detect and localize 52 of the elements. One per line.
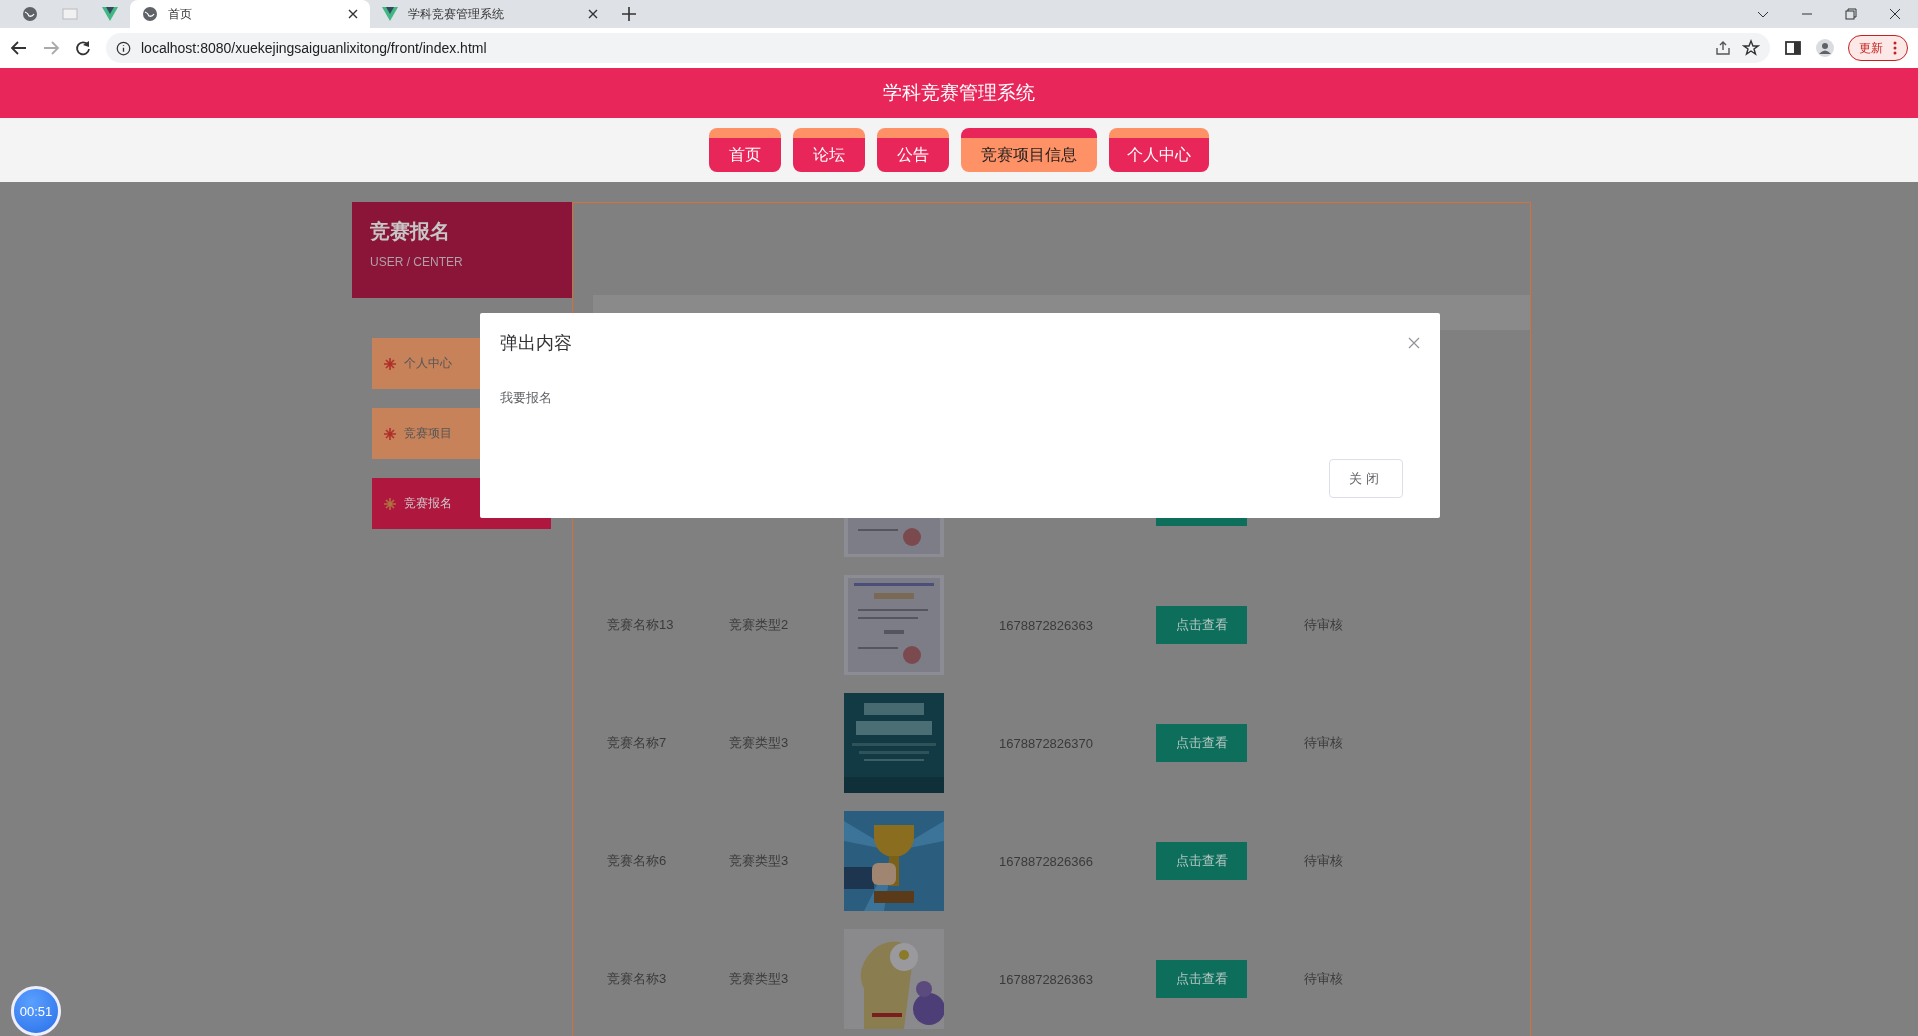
new-tab-icon[interactable] xyxy=(622,7,636,21)
table-cell-text: 竞赛名称13 xyxy=(606,616,675,634)
nav-tab[interactable]: 竞赛项目信息 xyxy=(961,128,1097,172)
profile-icon[interactable] xyxy=(1816,39,1834,57)
star-icon[interactable] xyxy=(1742,39,1760,57)
table-cell-text: 待审核 xyxy=(1303,734,1344,752)
side-panel-icon[interactable] xyxy=(1784,39,1802,57)
nav-tab[interactable]: 公告 xyxy=(877,128,949,172)
table-cell-text: 竞赛名称3 xyxy=(606,970,668,988)
update-button[interactable]: 更新 xyxy=(1848,35,1908,61)
asterisk-icon xyxy=(384,357,396,370)
view-button[interactable]: 点击查看 xyxy=(1156,724,1247,762)
table-cell-text: 待审核 xyxy=(1303,852,1344,870)
table-cell-text: 1678872826363 xyxy=(998,617,1094,633)
sidebar-subtitle: USER / CENTER xyxy=(370,255,464,269)
view-button[interactable]: 点击查看 xyxy=(1156,960,1247,998)
asterisk-icon xyxy=(384,427,396,440)
reload-icon[interactable] xyxy=(74,39,92,57)
table-cell-text: 待审核 xyxy=(1303,616,1344,634)
close-icon[interactable] xyxy=(348,9,358,19)
close-icon[interactable] xyxy=(1888,7,1902,21)
table-cell-text: 1678872826370 xyxy=(998,735,1094,751)
more-icon[interactable] xyxy=(1893,41,1897,55)
view-button[interactable]: 点击查看 xyxy=(1156,842,1247,880)
info-icon[interactable] xyxy=(116,40,131,56)
close-button[interactable]: 关闭 xyxy=(1329,459,1403,498)
restore-icon[interactable] xyxy=(1844,7,1858,21)
asterisk-icon xyxy=(384,497,396,510)
table-cell-text: 竞赛名称6 xyxy=(606,852,668,870)
v-logo-icon xyxy=(382,6,398,22)
table-cell-text: 1678872826363 xyxy=(998,971,1094,987)
table-cell-text: 竞赛类型2 xyxy=(728,616,790,634)
back-icon[interactable] xyxy=(10,39,28,57)
sidebar-title: 竞赛报名 xyxy=(370,219,451,244)
table-cell-text: 竞赛类型3 xyxy=(728,852,790,870)
browser-tab[interactable]: 首页 xyxy=(130,0,370,28)
close-icon[interactable] xyxy=(588,9,598,19)
table-cell-text: 竞赛类型3 xyxy=(728,970,790,988)
browser-tab[interactable]: 学科竞赛管理系统 xyxy=(370,0,610,28)
nav-tab[interactable]: 首页 xyxy=(709,128,781,172)
table-cell-text: 1678872826366 xyxy=(998,853,1094,869)
site-title: 学科竞赛管理系统 xyxy=(883,81,1035,105)
address-bar-url[interactable]: localhost:8080/xuekejingsaiguanlixitong/front/index.html xyxy=(141,40,487,56)
share-icon[interactable] xyxy=(1714,39,1732,57)
table-cell-text: 竞赛类型3 xyxy=(728,734,790,752)
view-button[interactable]: 点击查看 xyxy=(1156,606,1247,644)
dialog-message: 我要报名 xyxy=(500,389,553,407)
v-logo-icon xyxy=(102,6,118,22)
nav-tab[interactable]: 个人中心 xyxy=(1109,128,1209,172)
table-cell-text: 待审核 xyxy=(1303,970,1344,988)
table-cell-text: 竞赛名称7 xyxy=(606,734,668,752)
nav-tab[interactable]: 论坛 xyxy=(793,128,865,172)
